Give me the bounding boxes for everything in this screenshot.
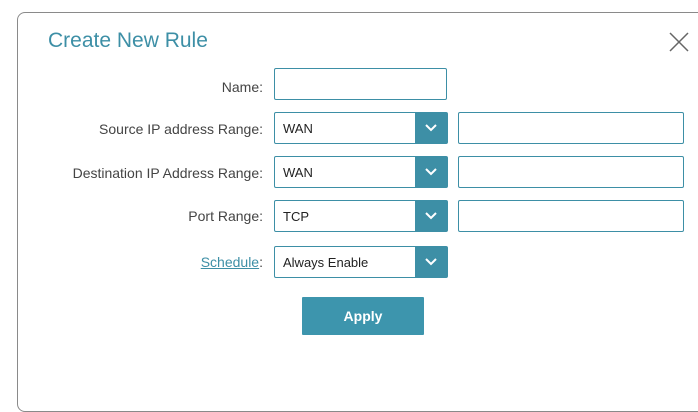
source-ip-range-label: Source IP address Range: [99,121,263,137]
schedule-colon: : [259,254,263,270]
chevron-down-icon [415,113,447,143]
port-range-protocol-select[interactable]: TCP [274,200,448,232]
source-ip-range-select[interactable]: WAN [274,112,448,144]
destination-ip-range-input[interactable] [458,156,684,188]
name-input[interactable] [274,68,447,100]
chevron-down-icon [415,201,447,231]
schedule-link[interactable]: Schedule [201,254,259,270]
apply-button[interactable]: Apply [302,297,424,335]
port-range-input[interactable] [458,200,684,232]
port-range-label: Port Range: [188,208,263,224]
close-icon [669,32,689,52]
dialog-title: Create New Rule [48,29,208,52]
destination-ip-range-select[interactable]: WAN [274,156,448,188]
schedule-select[interactable]: Always Enable [274,246,448,278]
chevron-down-icon [415,157,447,187]
chevron-down-icon [415,247,447,277]
destination-ip-range-selected: WAN [283,165,313,180]
name-label: Name: [221,79,263,95]
schedule-label: Schedule: [201,254,263,270]
destination-ip-range-label: Destination IP Address Range: [72,165,263,181]
close-button[interactable] [668,31,690,53]
schedule-selected: Always Enable [283,255,369,270]
source-ip-range-input[interactable] [458,112,684,144]
source-ip-range-selected: WAN [283,121,313,136]
port-range-protocol-selected: TCP [283,209,309,224]
